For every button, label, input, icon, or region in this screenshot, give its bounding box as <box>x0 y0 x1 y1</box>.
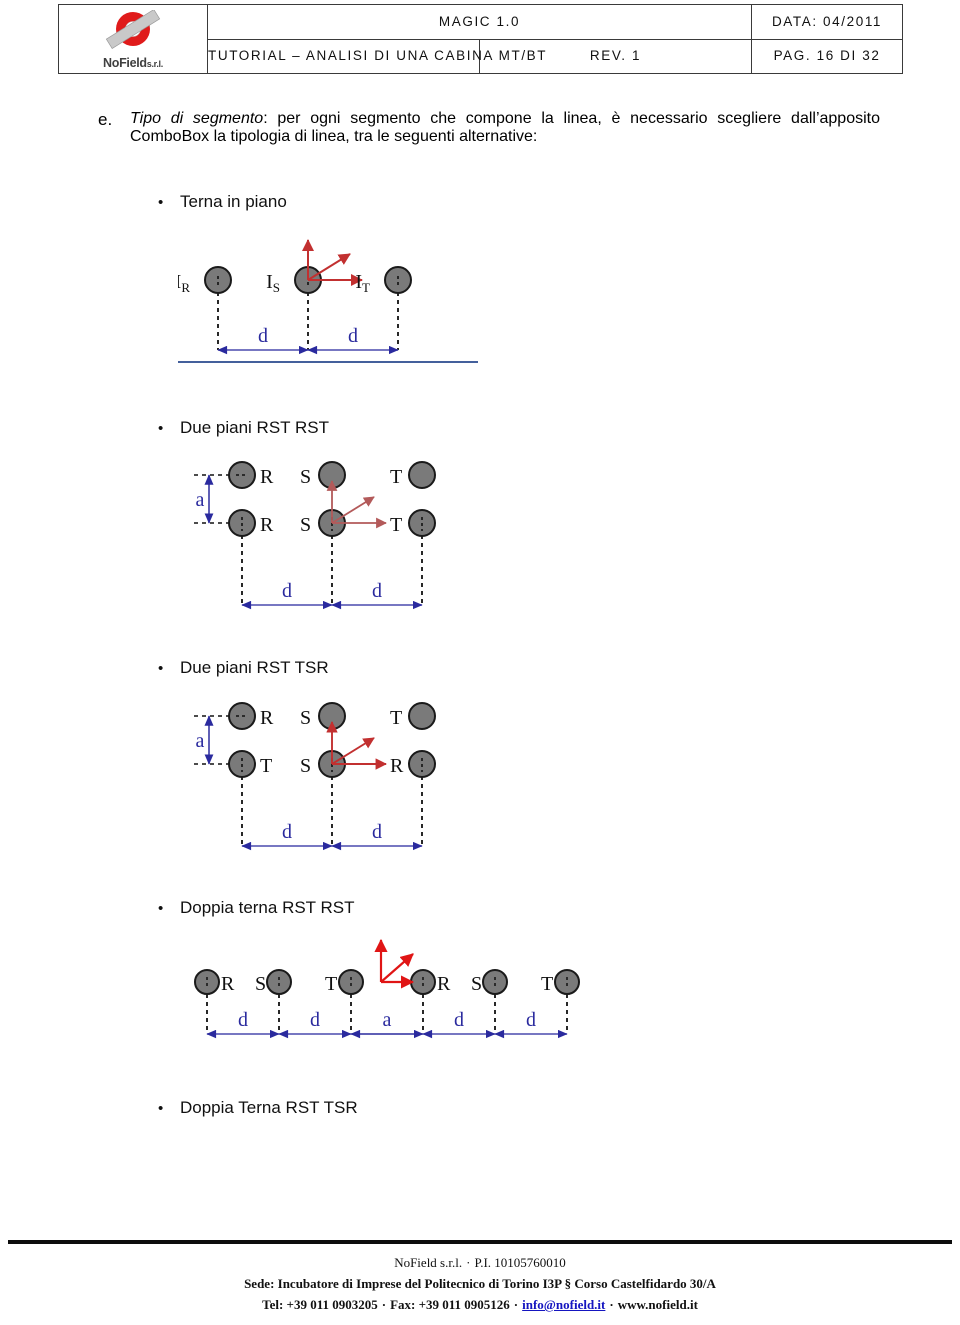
document-title: TUTORIAL – ANALISI DI UNA CABINA MT/BT <box>208 48 548 64</box>
date-cell: DATA: 04/2011 <box>751 4 903 40</box>
page-number-cell: PAG. 16 DI 32 <box>751 38 903 74</box>
label-bot-R: R <box>260 514 274 536</box>
diagram-due-piani-rst-tsr: a R S T T S R d d <box>182 696 502 866</box>
label-top-R: R <box>260 707 274 729</box>
footer-tel: Tel: +39 011 0903205 <box>262 1297 378 1313</box>
diagram-terna-in-piano-svg: IR IS IT d d <box>178 239 478 363</box>
diagram-doppia-terna-rst-rst: R S T R S T d d a d d <box>185 932 615 1052</box>
field-arrows <box>374 938 415 989</box>
label-top-T: T <box>390 707 402 729</box>
label-T-1: T <box>325 973 337 995</box>
list-marker-e: e. <box>98 110 113 129</box>
diagram-due-piani-rst-rst-svg: a R S T R S T d d <box>194 461 436 610</box>
label-top-S: S <box>300 707 311 729</box>
label-R-2: R <box>437 973 451 995</box>
bullet-label: Due piani RST TSR <box>180 658 329 677</box>
nofield-logo-icon <box>105 10 161 49</box>
bullet-dot-icon <box>158 898 180 918</box>
label-IS: IS <box>266 271 280 295</box>
bullet-item-doppia-terna-rst-tsr: Doppia Terna RST TSR <box>158 1098 358 1118</box>
page-number: PAG. 16 DI 32 <box>773 48 881 64</box>
dimension-labels: d d a d d <box>238 1009 536 1031</box>
document-revision: REV. 1 <box>589 48 642 64</box>
label-T-2: T <box>541 973 553 995</box>
bullet-item-terna-in-piano: Terna in piano <box>158 192 287 212</box>
bullet-dot-icon <box>158 1098 180 1118</box>
field-arrows <box>302 239 363 286</box>
footer-separator: · <box>609 1297 614 1313</box>
label-top-T: T <box>390 466 402 488</box>
bullet-item-due-piani-rst-tsr: Due piani RST TSR <box>158 658 329 678</box>
document-header-table: NoFields.r.l. MAGIC 1.0 DATA: 04/2011 TU… <box>58 4 903 74</box>
drop-lines <box>241 768 423 846</box>
dimension-d-1: d <box>238 1009 248 1031</box>
label-R-1: R <box>221 973 235 995</box>
label-top-R: R <box>260 466 274 488</box>
logo-wordmark: NoFields.r.l. <box>59 56 207 70</box>
dimension-d-2: d <box>310 1009 320 1031</box>
logo-cell: NoFields.r.l. <box>58 4 208 74</box>
product-name: MAGIC 1.0 <box>438 13 521 29</box>
bullet-item-due-piani-rst-rst: Due piani RST RST <box>158 418 329 438</box>
footer-fax: Fax: +39 011 0905126 <box>390 1297 510 1313</box>
footer-email-link[interactable]: info@nofield.it <box>522 1297 605 1312</box>
paragraph-tipo-di-segmento: Tipo di segmento: per ogni segmento che … <box>130 110 880 146</box>
diagram-doppia-terna-rst-rst-svg: R S T R S T d d a d d <box>194 938 580 1039</box>
bullet-dot-icon <box>158 418 180 438</box>
dimension-d-4: d <box>526 1009 536 1031</box>
dimension-d-1: d <box>282 580 292 602</box>
label-bot-S: S <box>300 514 311 536</box>
dimension-a-label: a <box>196 489 205 511</box>
dimension-d-1: d <box>282 821 292 843</box>
product-name-cell: MAGIC 1.0 <box>207 4 752 40</box>
dimension-d-2: d <box>348 325 358 347</box>
label-bot-T: T <box>260 755 272 777</box>
company-logo: NoFields.r.l. <box>59 5 207 73</box>
footer-company: NoField s.r.l. <box>394 1255 463 1270</box>
bullet-label: Doppia terna RST RST <box>180 898 355 917</box>
footer-website: www.nofield.it <box>617 1297 698 1313</box>
label-IR: IR <box>178 271 190 295</box>
footer-divider <box>8 1240 952 1244</box>
logo-name-text: NoField <box>103 56 147 70</box>
bullet-item-doppia-terna-rst-rst: Doppia terna RST RST <box>158 898 354 918</box>
dimension-d-2: d <box>372 580 382 602</box>
dimension-d-2: d <box>372 821 382 843</box>
bullet-label: Doppia Terna RST TSR <box>180 1098 358 1117</box>
label-S-1: S <box>255 973 266 995</box>
label-bot-T: T <box>390 514 402 536</box>
document-date: DATA: 04/2011 <box>771 13 883 29</box>
diagram-due-piani-rst-rst: a R S T R S T d d <box>182 455 502 625</box>
dimension-d-1: d <box>258 325 268 347</box>
dimension-a: a <box>383 1009 392 1031</box>
page-footer: NoField s.r.l. · P.I. 10105760010 Sede: In… <box>0 1252 960 1315</box>
label-IT: IT <box>355 271 370 295</box>
footer-line-company: NoField s.r.l. · P.I. 10105760010 <box>0 1252 960 1273</box>
bullet-label: Due piani RST RST <box>180 418 329 437</box>
diagram-due-piani-rst-tsr-svg: a R S T T S R d d <box>194 702 436 851</box>
dimension-a-label: a <box>196 730 205 752</box>
diagram-terna-in-piano: IR IS IT d d <box>178 232 498 382</box>
label-bot-S: S <box>300 755 311 777</box>
label-top-S: S <box>300 466 311 488</box>
label-bot-R: R <box>390 755 404 777</box>
footer-separator: · <box>513 1297 519 1313</box>
bullet-dot-icon <box>158 192 180 212</box>
dimension-d-3: d <box>454 1009 464 1031</box>
header-row-top: NoFields.r.l. MAGIC 1.0 DATA: 04/2011 <box>58 4 903 74</box>
footer-line-address: Sede: Incubatore di Imprese del Politecn… <box>244 1276 716 1292</box>
bullet-label: Terna in piano <box>180 192 287 211</box>
footer-separator: · <box>381 1297 387 1313</box>
bullet-dot-icon <box>158 658 180 678</box>
logo-suffix-text: s.r.l. <box>146 59 164 69</box>
footer-separator: · <box>466 1255 471 1270</box>
footer-line-contacts: Tel: +39 011 0903205 · Fax: +39 011 090512… <box>0 1294 960 1315</box>
footer-vat: P.I. 10105760010 <box>474 1255 566 1270</box>
document-title-cell: TUTORIAL – ANALISI DI UNA CABINA MT/BT <box>207 38 546 74</box>
drop-lines <box>241 527 423 605</box>
paragraph-emphasis: Tipo di segmento <box>130 110 264 127</box>
label-S-2: S <box>471 973 482 995</box>
